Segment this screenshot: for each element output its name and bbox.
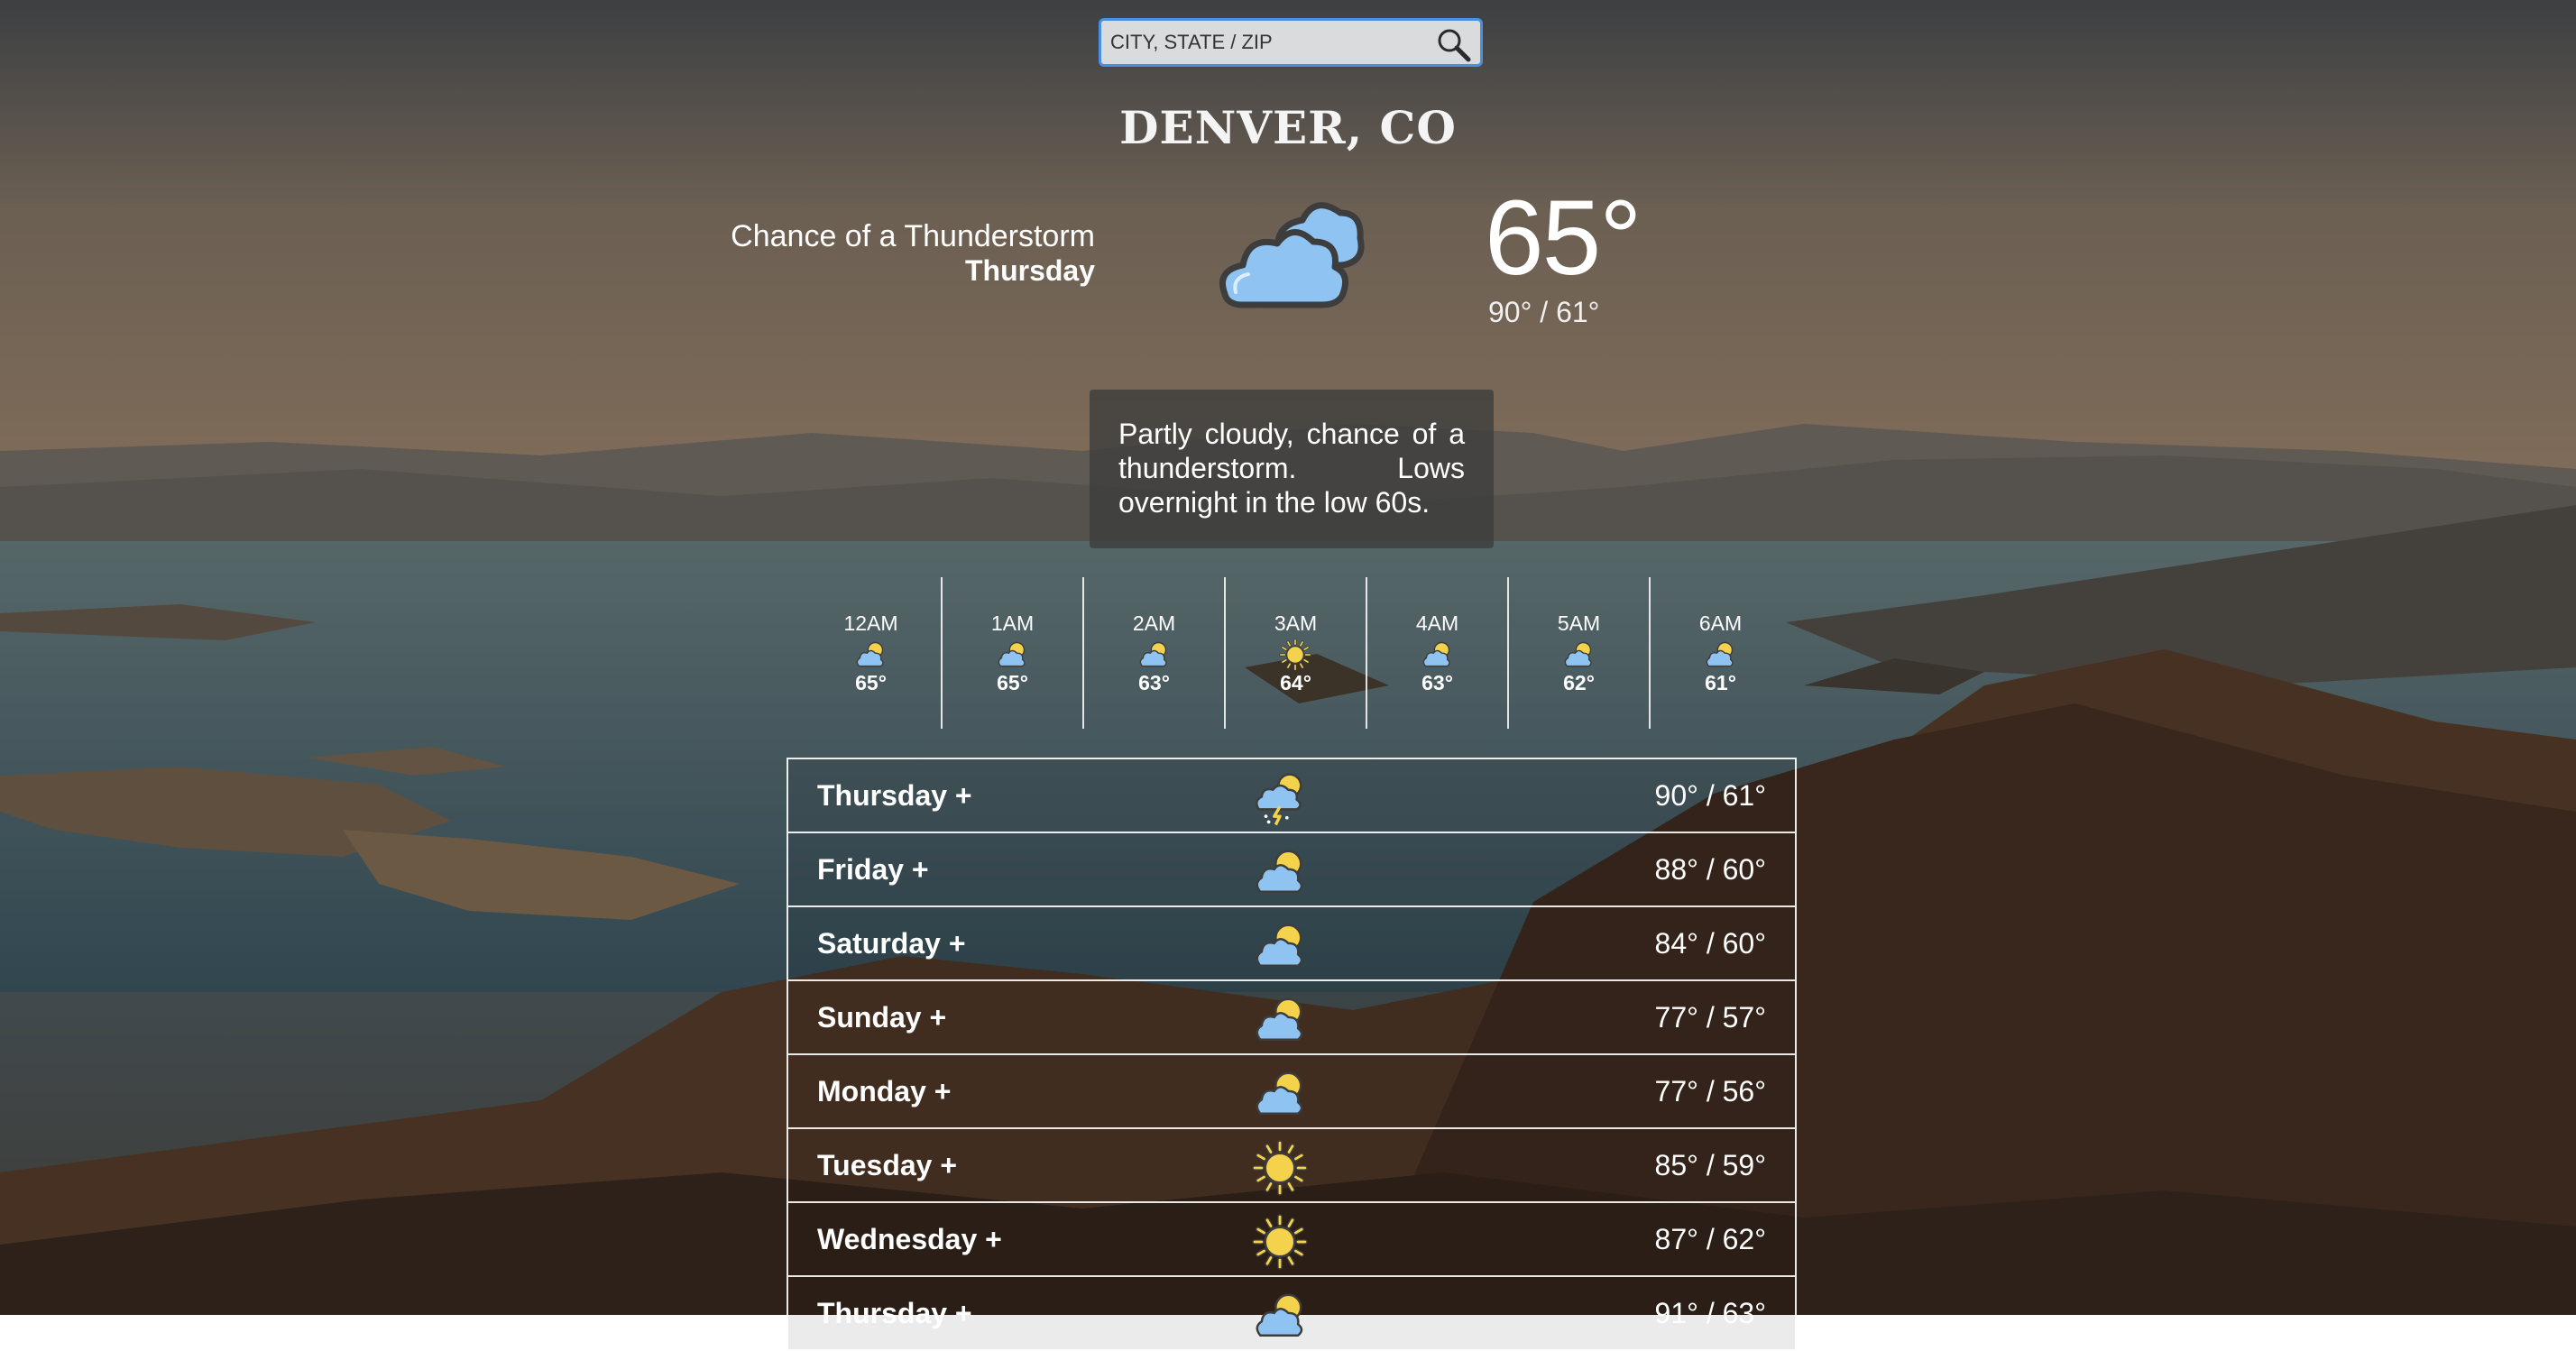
hourly-time: 2AM — [1132, 611, 1176, 635]
hourly-item: 3AM 64° — [1224, 577, 1366, 729]
day-high-low: 77° / 56° — [1654, 1075, 1766, 1107]
hourly-item: 4AM 63° — [1366, 577, 1507, 729]
hourly-time: 12AM — [843, 611, 898, 635]
day-name: Sunday + — [817, 1001, 947, 1034]
day-name: Saturday + — [817, 927, 966, 960]
hourly-temperature: 63° — [1138, 671, 1170, 694]
search-bar — [1099, 18, 1483, 67]
partly-cloudy-icon — [1252, 992, 1308, 1052]
day-name: Friday + — [817, 853, 929, 886]
day-name: Wednesday + — [817, 1223, 1002, 1255]
hourly-temperature: 65° — [997, 671, 1028, 694]
day-name: Monday + — [817, 1075, 952, 1107]
daily-forecast: Thursday + 90° / 61° Friday + 88° / 60° Satu… — [787, 758, 1797, 1351]
sun-icon — [1252, 1214, 1308, 1274]
day-name: Thursday + — [817, 779, 972, 812]
daily-row[interactable]: Wednesday + 87° / 62° — [787, 1203, 1797, 1277]
search-input[interactable] — [1101, 21, 1426, 64]
hourly-item: 2AM 63° — [1082, 577, 1224, 729]
hourly-item: 1AM 65° — [941, 577, 1082, 729]
hourly-temperature: 62° — [1563, 671, 1595, 694]
daily-row[interactable]: Tuesday + 85° / 59° — [787, 1129, 1797, 1203]
partly-cloudy-icon — [854, 639, 887, 676]
partly-cloudy-icon — [996, 639, 1028, 676]
hourly-time: 1AM — [990, 611, 1035, 635]
current-condition: Chance of a Thunderstorm — [731, 219, 1095, 253]
hourly-temperature: 64° — [1280, 671, 1311, 694]
hourly-item: 12AM 65° — [801, 577, 941, 729]
daily-row[interactable]: Saturday + 84° / 60° — [787, 907, 1797, 981]
day-high-low: 91° / 63° — [1654, 1297, 1766, 1329]
hourly-time: 3AM — [1274, 611, 1318, 635]
sun-icon — [1252, 1140, 1308, 1200]
hourly-time: 4AM — [1415, 611, 1459, 635]
hourly-time: 5AM — [1557, 611, 1601, 635]
search-icon — [1438, 29, 1471, 62]
search-button[interactable] — [1435, 26, 1473, 64]
current-high-low: 90° / 61° — [1488, 296, 1600, 328]
day-high-low: 85° / 59° — [1654, 1149, 1766, 1181]
day-high-low: 84° / 60° — [1654, 927, 1766, 960]
current-day: Thursday — [964, 254, 1095, 287]
day-high-low: 77° / 57° — [1654, 1001, 1766, 1034]
hourly-time: 6AM — [1698, 611, 1743, 635]
hourly-temperature: 63° — [1421, 671, 1453, 694]
partly-cloudy-icon — [1252, 844, 1308, 905]
daily-row[interactable]: Monday + 77° / 56° — [787, 1055, 1797, 1129]
forecast-description: Partly cloudy, chance of a thunderstorm.… — [1090, 390, 1494, 548]
hourly-item: 5AM 62° — [1507, 577, 1649, 729]
partly-cloudy-icon — [1219, 202, 1365, 308]
partly-cloudy-icon — [1252, 1066, 1308, 1126]
day-high-low: 87° / 62° — [1654, 1223, 1766, 1255]
city-title: DENVER, CO — [1119, 101, 1457, 154]
hourly-temperature: 61° — [1705, 671, 1736, 694]
partly-cloudy-icon — [1704, 639, 1736, 676]
sun-icon — [1279, 639, 1311, 676]
current-temperature: 65° — [1485, 179, 1642, 298]
hourly-forecast: 12AM 65° 1AM 65° 2AM 63° 3AM 64° 4AM 63° 5AM 62° 6AM… — [801, 577, 1842, 729]
daily-row[interactable]: Sunday + 77° / 57° — [787, 981, 1797, 1055]
day-name: Tuesday + — [817, 1149, 958, 1181]
hourly-temperature: 65° — [855, 671, 887, 694]
daily-row[interactable]: Thursday + 90° / 61° — [787, 758, 1797, 833]
partly-cloudy-icon — [1252, 1288, 1308, 1348]
day-high-low: 88° / 60° — [1654, 853, 1766, 886]
daily-row[interactable]: Thursday + 91° / 63° — [787, 1277, 1797, 1351]
partly-cloudy-icon — [1252, 918, 1308, 979]
day-name: Thursday + — [817, 1297, 972, 1329]
day-high-low: 90° / 61° — [1654, 779, 1766, 812]
thunderstorm-icon — [1252, 770, 1308, 831]
partly-cloudy-icon — [1562, 639, 1595, 676]
partly-cloudy-icon — [1421, 639, 1453, 676]
daily-row[interactable]: Friday + 88° / 60° — [787, 833, 1797, 907]
hourly-item: 6AM 61° — [1649, 577, 1790, 729]
partly-cloudy-icon — [1137, 639, 1170, 676]
